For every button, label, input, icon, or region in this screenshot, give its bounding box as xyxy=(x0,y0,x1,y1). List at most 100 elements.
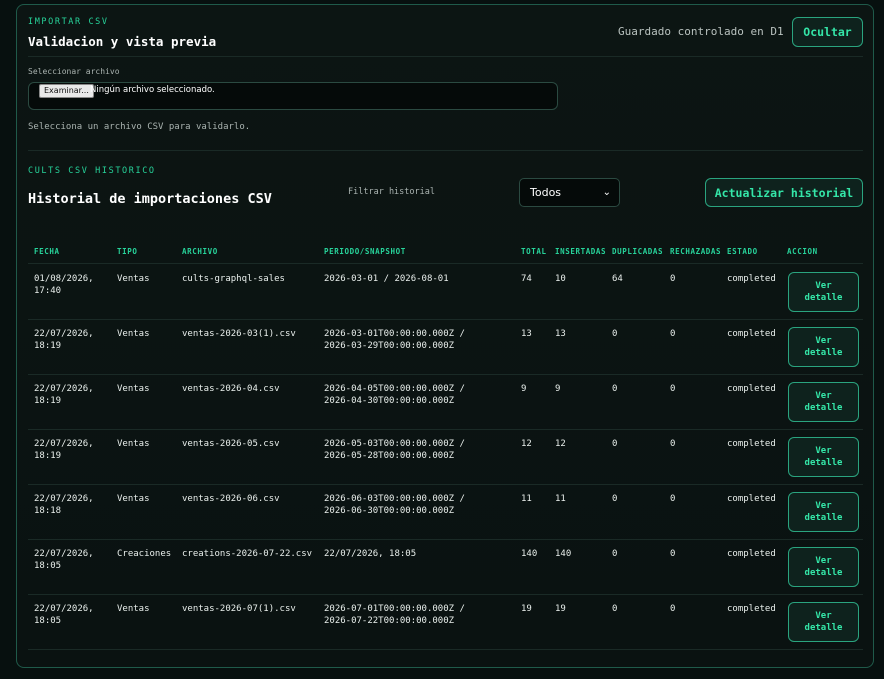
browse-button[interactable]: Examinar... xyxy=(39,84,94,98)
row-tipo: Creaciones xyxy=(117,549,172,559)
view-detail-button[interactable]: Ver detalle xyxy=(788,437,859,477)
table-row: 22/07/2026, 18:18 Ventas ventas-2026-06.cs… xyxy=(28,485,863,540)
filter-label: Filtrar historial xyxy=(348,187,435,197)
view-detail-button[interactable]: Ver detalle xyxy=(788,492,859,532)
header-divider xyxy=(28,263,863,264)
col-tipo: TIPO xyxy=(117,247,138,256)
row-duplicadas: 0 xyxy=(612,329,618,339)
row-periodo: 2026-06-03T00:00:00.000Z / 2026-06-30T00… xyxy=(324,494,465,516)
row-divider xyxy=(28,649,863,650)
col-fecha: FECHA xyxy=(34,247,60,256)
row-duplicadas: 0 xyxy=(612,384,618,394)
row-rechazadas: 0 xyxy=(670,604,676,614)
col-archivo: ARCHIVO xyxy=(182,247,218,256)
row-total: 74 xyxy=(521,274,532,284)
row-insertadas: 13 xyxy=(555,329,566,339)
row-fecha: 22/07/2026, 18:19 xyxy=(34,329,94,351)
row-total: 140 xyxy=(521,549,538,559)
row-archivo: ventas-2026-04.csv xyxy=(182,384,280,394)
row-archivo: ventas-2026-05.csv xyxy=(182,439,280,449)
row-archivo: ventas-2026-03(1).csv xyxy=(182,329,296,339)
view-detail-button[interactable]: Ver detalle xyxy=(788,382,859,422)
refresh-history-button[interactable]: Actualizar historial xyxy=(705,178,863,207)
row-duplicadas: 64 xyxy=(612,274,623,284)
row-rechazadas: 0 xyxy=(670,329,676,339)
row-total: 13 xyxy=(521,329,532,339)
filter-value: Todos xyxy=(530,186,562,199)
history-title: Historial de importaciones CSV xyxy=(28,191,272,207)
row-estado: completed xyxy=(727,329,776,339)
row-fecha: 22/07/2026, 18:19 xyxy=(34,384,94,406)
row-estado: completed xyxy=(727,439,776,449)
table-row: 22/07/2026, 18:05 Ventas ventas-2026-07(1)… xyxy=(28,595,863,650)
col-duplicadas: DUPLICADAS xyxy=(612,247,664,256)
divider xyxy=(28,56,863,57)
row-periodo: 2026-03-01T00:00:00.000Z / 2026-03-29T00… xyxy=(324,329,465,351)
table-row: 22/07/2026, 18:19 Ventas ventas-2026-04.cs… xyxy=(28,375,863,430)
row-rechazadas: 0 xyxy=(670,384,676,394)
hide-button[interactable]: Ocultar xyxy=(792,17,863,47)
row-tipo: Ventas xyxy=(117,604,150,614)
row-tipo: Ventas xyxy=(117,384,150,394)
table-row: 22/07/2026, 18:19 Ventas ventas-2026-03(1)… xyxy=(28,320,863,375)
row-duplicadas: 0 xyxy=(612,494,618,504)
row-insertadas: 11 xyxy=(555,494,566,504)
file-status: Ningún archivo seleccionado. xyxy=(90,85,215,95)
row-rechazadas: 0 xyxy=(670,439,676,449)
divider xyxy=(28,150,863,151)
table-row: 22/07/2026, 18:19 Ventas ventas-2026-05.cs… xyxy=(28,430,863,485)
row-rechazadas: 0 xyxy=(670,274,676,284)
row-insertadas: 9 xyxy=(555,384,561,394)
row-periodo: 2026-03-01 / 2026-08-01 xyxy=(324,274,449,284)
row-duplicadas: 0 xyxy=(612,604,618,614)
view-detail-button[interactable]: Ver detalle xyxy=(788,327,859,367)
view-detail-button[interactable]: Ver detalle xyxy=(788,547,859,587)
history-eyebrow: CULTS CSV HISTORICO xyxy=(28,166,156,176)
row-estado: completed xyxy=(727,384,776,394)
row-fecha: 01/08/2026, 17:40 xyxy=(34,274,94,296)
col-total: TOTAL xyxy=(521,247,547,256)
col-estado: ESTADO xyxy=(727,247,758,256)
row-estado: completed xyxy=(727,494,776,504)
row-periodo: 2026-07-01T00:00:00.000Z / 2026-07-22T00… xyxy=(324,604,465,626)
row-fecha: 22/07/2026, 18:05 xyxy=(34,549,94,571)
row-duplicadas: 0 xyxy=(612,549,618,559)
row-tipo: Ventas xyxy=(117,494,150,504)
row-fecha: 22/07/2026, 18:05 xyxy=(34,604,94,626)
col-insertadas: INSERTADAS xyxy=(555,247,607,256)
row-insertadas: 12 xyxy=(555,439,566,449)
row-estado: completed xyxy=(727,274,776,284)
col-rechazadas: RECHAZADAS xyxy=(670,247,722,256)
file-label: Seleccionar archivo xyxy=(28,67,120,76)
view-detail-button[interactable]: Ver detalle xyxy=(788,272,859,312)
row-archivo: ventas-2026-06.csv xyxy=(182,494,280,504)
csv-import-panel: IMPORTAR CSV Validacion y vista previa G… xyxy=(16,4,874,668)
row-estado: completed xyxy=(727,549,776,559)
row-insertadas: 10 xyxy=(555,274,566,284)
row-rechazadas: 0 xyxy=(670,494,676,504)
row-archivo: creations-2026-07-22.csv xyxy=(182,549,313,559)
table-row: 01/08/2026, 17:40 Ventas cults-graphql-sal… xyxy=(28,265,863,320)
row-estado: completed xyxy=(727,604,776,614)
row-total: 11 xyxy=(521,494,532,504)
row-archivo: cults-graphql-sales xyxy=(182,274,285,284)
row-tipo: Ventas xyxy=(117,274,150,284)
row-insertadas: 19 xyxy=(555,604,566,614)
col-periodo: PERIODO/SNAPSHOT xyxy=(324,247,406,256)
history-filter-select[interactable]: Todos ⌄ xyxy=(519,178,620,207)
saved-status: Guardado controlado en D1 xyxy=(618,25,784,38)
import-hint: Selecciona un archivo CSV para validarlo… xyxy=(28,122,251,132)
view-detail-button[interactable]: Ver detalle xyxy=(788,602,859,642)
row-periodo: 22/07/2026, 18:05 xyxy=(324,549,417,559)
row-periodo: 2026-04-05T00:00:00.000Z / 2026-04-30T00… xyxy=(324,384,465,406)
file-input[interactable]: Examinar... Ningún archivo seleccionado. xyxy=(28,82,558,110)
row-total: 12 xyxy=(521,439,532,449)
chevron-down-icon: ⌄ xyxy=(602,187,611,198)
row-archivo: ventas-2026-07(1).csv xyxy=(182,604,296,614)
row-total: 19 xyxy=(521,604,532,614)
row-fecha: 22/07/2026, 18:19 xyxy=(34,439,94,461)
import-title: Validacion y vista previa xyxy=(28,34,217,49)
row-total: 9 xyxy=(521,384,527,394)
row-duplicadas: 0 xyxy=(612,439,618,449)
row-tipo: Ventas xyxy=(117,329,150,339)
